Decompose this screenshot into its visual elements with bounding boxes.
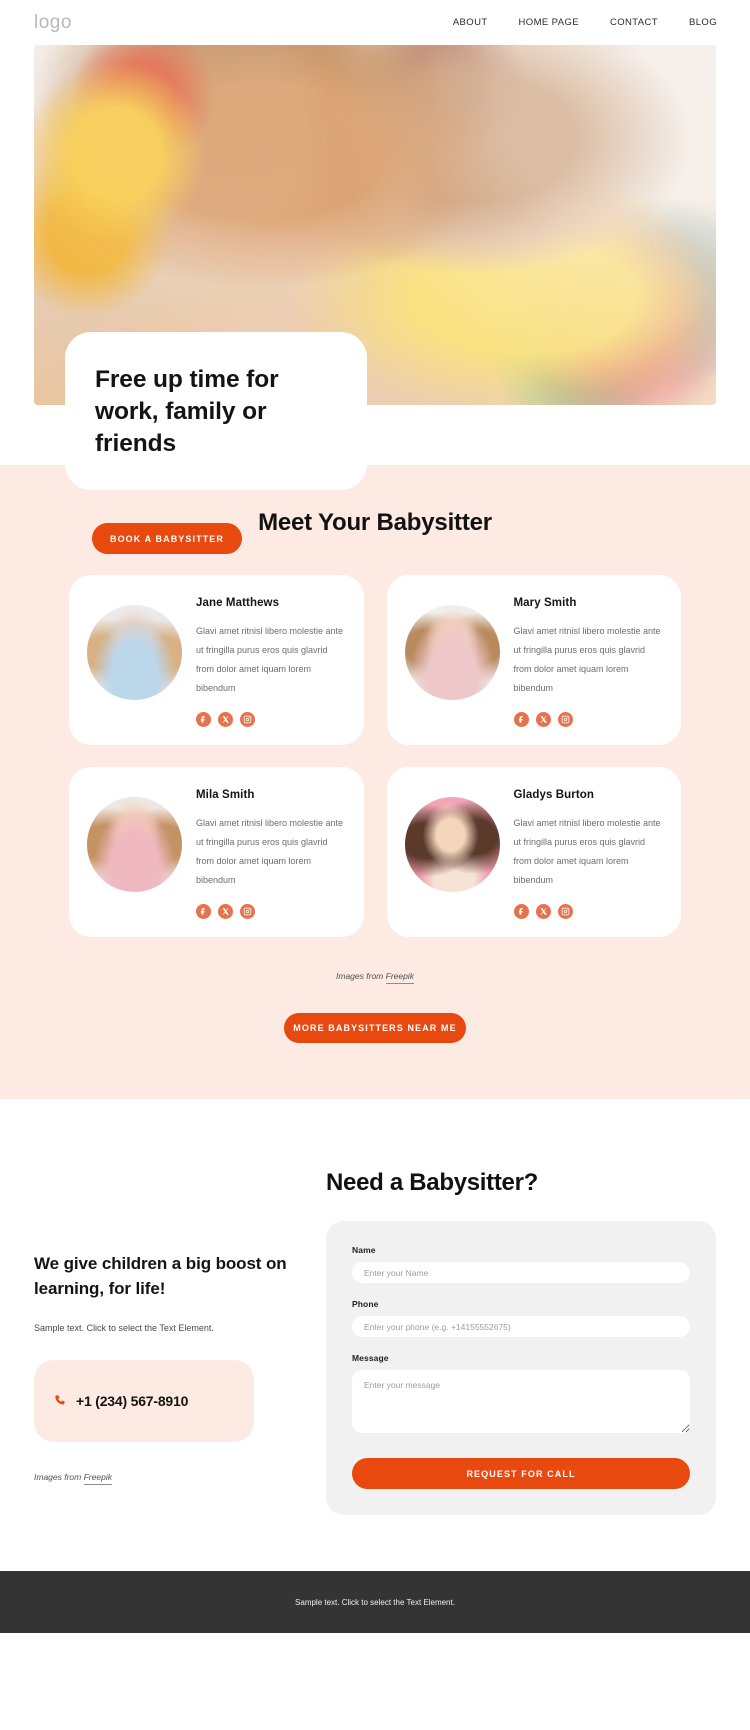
x-twitter-icon[interactable] <box>218 712 233 727</box>
phone-label: Phone <box>352 1299 379 1309</box>
contact-sample-text: Sample text. Click to select the Text El… <box>34 1323 214 1333</box>
name-input[interactable] <box>352 1262 690 1283</box>
babysitter-description: Glavi amet ritnisl libero molestie ante … <box>196 818 344 885</box>
field-name: Name <box>352 1245 690 1283</box>
facebook-icon[interactable] <box>196 904 211 919</box>
instagram-icon[interactable] <box>557 904 573 919</box>
request-call-form: Name Phone Message REQUEST FOR CALL <box>326 1221 716 1515</box>
image-credit-link[interactable]: Freepik <box>83 1472 112 1485</box>
contact-left-column: We give children a big boost on learning… <box>34 1169 304 1485</box>
social-links <box>513 904 662 919</box>
image-credit: Images from Freepik <box>34 1472 304 1485</box>
instagram-icon[interactable] <box>557 712 573 727</box>
x-twitter-icon[interactable] <box>535 712 551 727</box>
message-input[interactable] <box>352 1370 690 1433</box>
main-navigation: ABOUT HOME PAGE CONTACT BLOG <box>453 17 717 28</box>
phone-input[interactable] <box>352 1316 690 1337</box>
contact-heading: We give children a big boost on learning… <box>34 1254 287 1298</box>
nav-item-contact[interactable]: CONTACT <box>610 17 658 28</box>
babysitter-card: Gladys Burton Glavi amet ritnisl libero … <box>386 767 681 937</box>
phone-icon <box>53 1394 67 1408</box>
avatar <box>87 797 182 892</box>
instagram-icon[interactable] <box>240 904 255 919</box>
site-logo[interactable]: logo <box>34 12 72 34</box>
contact-section: We give children a big boost on learning… <box>0 1099 750 1571</box>
phone-callout[interactable]: +1 (234) 567-8910 <box>34 1360 254 1442</box>
babysitter-name: Mary Smith <box>513 597 577 609</box>
babysitter-name: Mila Smith <box>196 789 255 801</box>
image-credit: Images from Freepik <box>0 971 750 984</box>
nav-item-home-page[interactable]: HOME PAGE <box>519 17 579 28</box>
image-credit-prefix: Images from <box>34 1472 84 1482</box>
babysitter-card: Jane Matthews Glavi amet ritnisl libero … <box>69 575 364 745</box>
hero-title: Free up time for work, family or friends <box>95 366 279 457</box>
footer-text: Sample text. Click to select the Text El… <box>295 1597 455 1607</box>
x-twitter-icon[interactable] <box>535 904 551 919</box>
social-links <box>513 712 662 727</box>
x-twitter-icon[interactable] <box>218 904 233 919</box>
babysitter-description: Glavi amet ritnisl libero molestie ante … <box>196 626 344 693</box>
image-credit-prefix: Images from <box>336 971 386 981</box>
facebook-icon[interactable] <box>513 712 529 727</box>
hero-section: Free up time for work, family or friends… <box>0 45 750 554</box>
social-links <box>196 712 344 727</box>
avatar <box>404 605 500 700</box>
request-for-call-button[interactable]: REQUEST FOR CALL <box>352 1458 690 1489</box>
babysitter-card-grid: Jane Matthews Glavi amet ritnisl libero … <box>69 575 681 937</box>
nav-item-blog[interactable]: BLOG <box>689 17 717 28</box>
avatar <box>404 797 500 892</box>
contact-form-column: Need a Babysitter? Name Phone Message RE… <box>326 1169 716 1515</box>
message-label: Message <box>352 1353 389 1363</box>
hero-text-card: Free up time for work, family or friends <box>65 332 367 490</box>
nav-item-about[interactable]: ABOUT <box>453 17 488 28</box>
babysitter-card: Mary Smith Glavi amet ritnisl libero mol… <box>386 575 681 745</box>
babysitter-card: Mila Smith Glavi amet ritnisl libero mol… <box>69 767 364 937</box>
site-footer: Sample text. Click to select the Text El… <box>0 1571 750 1633</box>
facebook-icon[interactable] <box>196 712 211 727</box>
babysitter-name: Gladys Burton <box>513 789 595 801</box>
site-header: logo ABOUT HOME PAGE CONTACT BLOG <box>0 0 750 45</box>
babysitter-description: Glavi amet ritnisl libero molestie ante … <box>513 818 661 885</box>
field-phone: Phone <box>352 1299 690 1337</box>
facebook-icon[interactable] <box>513 904 529 919</box>
more-babysitters-near-me-button[interactable]: MORE BABYSITTERS NEAR ME <box>284 1013 466 1043</box>
babysitter-name: Jane Matthews <box>196 597 280 609</box>
phone-number: +1 (234) 567-8910 <box>76 1393 189 1409</box>
book-a-babysitter-button[interactable]: BOOK A BABYSITTER <box>92 523 242 554</box>
babysitters-section: Meet Your Babysitter Jane Matthews Glavi… <box>0 465 750 1099</box>
name-label: Name <box>352 1245 376 1255</box>
avatar <box>87 605 182 700</box>
landing-page: logo ABOUT HOME PAGE CONTACT BLOG Free u… <box>0 0 750 1633</box>
field-message: Message <box>352 1353 690 1438</box>
instagram-icon[interactable] <box>240 712 255 727</box>
babysitter-description: Glavi amet ritnisl libero molestie ante … <box>513 626 661 693</box>
social-links <box>196 904 344 919</box>
form-title: Need a Babysitter? <box>326 1169 539 1196</box>
image-credit-link[interactable]: Freepik <box>385 971 414 984</box>
